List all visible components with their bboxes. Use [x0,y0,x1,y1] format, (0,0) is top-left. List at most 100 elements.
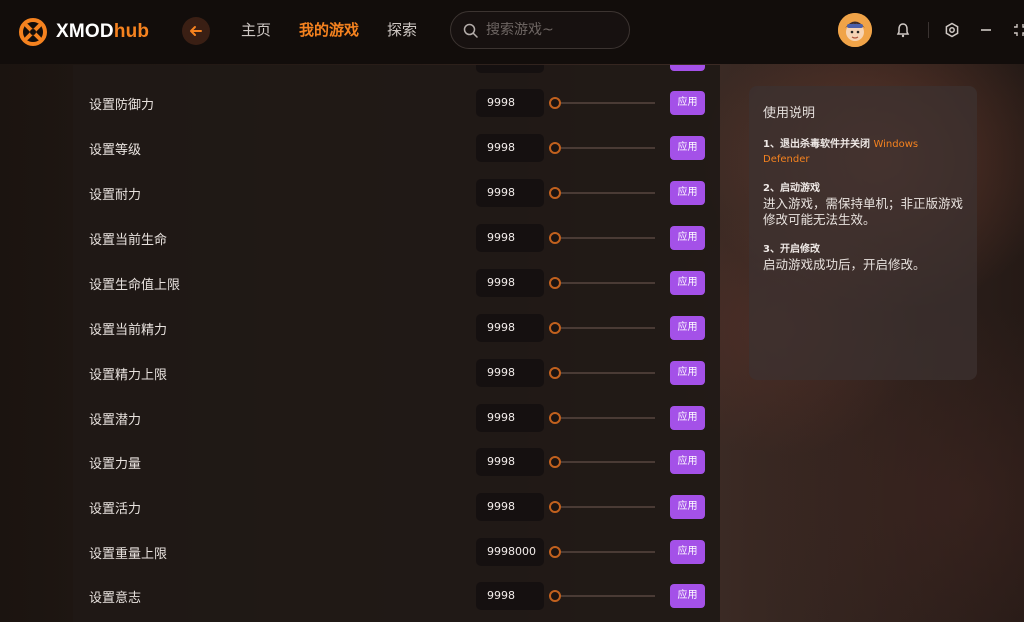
search-input[interactable] [486,22,616,38]
apply-button[interactable]: 应用 [670,226,705,250]
instruction-step: 1、退出杀毒软件并关闭 Windows Defender [763,137,963,167]
setting-label: 设置当前生命 [89,232,168,248]
slider-thumb[interactable] [549,142,561,154]
settings-gear-icon[interactable] [943,21,961,39]
slider-thumb[interactable] [549,590,561,602]
apply-button[interactable]: 应用 [670,181,705,205]
arrow-left-icon [190,26,202,36]
setting-row: 设置力量 应用 [73,440,720,484]
setting-value-input[interactable] [476,224,544,252]
apply-button[interactable]: 应用 [670,495,705,519]
slider-thumb[interactable] [549,97,561,109]
search-icon [463,23,478,38]
app-logo[interactable]: XMODhub [18,17,149,47]
value-slider[interactable] [549,412,655,424]
slider-thumb[interactable] [549,546,561,558]
setting-value-input[interactable] [476,359,544,387]
setting-label: 设置当前精力 [89,322,168,338]
notification-bell-icon[interactable] [894,21,912,39]
setting-value-input[interactable] [476,538,544,566]
setting-label: 设置等级 [89,142,142,158]
setting-label: 设置重量上限 [89,546,168,562]
partial-value-field[interactable] [476,65,544,73]
setting-value-input[interactable] [476,134,544,162]
setting-label: 设置防御力 [89,97,155,113]
step-body: 进入游戏，需保持单机；非正版游戏修改可能无法生效。 [763,196,964,227]
setting-value-input[interactable] [476,269,544,297]
setting-row: 设置当前生命 应用 [73,216,720,260]
apply-button[interactable]: 应用 [670,406,705,430]
nav-my-games[interactable]: 我的游戏 [299,19,359,40]
setting-row: 设置活力 应用 [73,485,720,529]
main-nav: 主页 我的游戏 探索 [241,19,445,40]
setting-value-input[interactable] [476,493,544,521]
setting-row: 设置当前精力 应用 [73,306,720,350]
setting-value-input[interactable] [476,448,544,476]
apply-button[interactable]: 应用 [670,584,705,608]
setting-value-input[interactable] [476,314,544,342]
value-slider[interactable] [549,590,655,602]
setting-row: 设置防御力 应用 [73,81,720,125]
shrink-window-icon[interactable] [1011,21,1024,39]
search-box[interactable] [450,11,630,49]
setting-row: 设置等级 应用 [73,126,720,170]
step-heading: 3、开启修改 [763,244,820,255]
setting-label: 设置生命值上限 [89,277,181,293]
value-slider[interactable] [549,97,655,109]
slider-thumb[interactable] [549,501,561,513]
slider-thumb[interactable] [549,456,561,468]
value-slider[interactable] [549,456,655,468]
logo-text: XMODhub [56,21,150,42]
instructions-title: 使用说明 [763,106,816,121]
minimize-icon[interactable] [977,21,995,39]
setting-value-input[interactable] [476,582,544,610]
slider-thumb[interactable] [549,232,561,244]
nav-home[interactable]: 主页 [241,19,271,40]
avatar-image [838,13,872,47]
setting-label: 设置意志 [89,590,142,606]
instruction-step: 2、启动游戏 进入游戏，需保持单机；非正版游戏修改可能无法生效。 [763,181,963,228]
apply-button[interactable]: 应用 [670,450,705,474]
top-bar: XMODhub 主页 我的游戏 探索 [0,0,1024,64]
nav-explore[interactable]: 探索 [387,19,417,40]
setting-row: 设置精力上限 应用 [73,351,720,395]
apply-button[interactable]: 应用 [670,91,705,115]
apply-button[interactable]: 应用 [670,271,705,295]
slider-thumb[interactable] [549,412,561,424]
slider-thumb[interactable] [549,367,561,379]
apply-button[interactable]: 应用 [670,361,705,385]
slider-thumb[interactable] [549,277,561,289]
setting-row: 设置重量上限 应用 [73,530,720,574]
setting-label: 设置精力上限 [89,367,168,383]
value-slider[interactable] [549,187,655,199]
setting-label: 设置力量 [89,456,142,472]
step-heading: 2、启动游戏 [763,183,820,194]
setting-row: 设置生命值上限 应用 [73,261,720,305]
setting-value-input[interactable] [476,89,544,117]
slider-thumb[interactable] [549,322,561,334]
apply-button[interactable]: 应用 [670,136,705,160]
setting-value-input[interactable] [476,179,544,207]
setting-row: 设置潜力 应用 [73,396,720,440]
instructions-card: 使用说明 1、退出杀毒软件并关闭 Windows Defender 2、启动游戏… [749,86,977,380]
xmod-logo-icon [19,18,47,46]
value-slider[interactable] [549,232,655,244]
partial-apply-button[interactable] [670,65,705,71]
setting-row: 设置意志 应用 [73,574,720,618]
value-slider[interactable] [549,367,655,379]
slider-thumb[interactable] [549,187,561,199]
value-slider[interactable] [549,546,655,558]
value-slider[interactable] [549,322,655,334]
back-button[interactable] [182,17,210,45]
value-slider[interactable] [549,277,655,289]
setting-row: 设置耐力 应用 [73,171,720,215]
setting-label: 设置潜力 [89,412,142,428]
setting-value-input[interactable] [476,404,544,432]
value-slider[interactable] [549,142,655,154]
setting-label: 设置活力 [89,501,142,517]
apply-button[interactable]: 应用 [670,540,705,564]
cheat-settings-panel: 设置防御力 应用 设置等级 应用 设置耐力 应用 设置当前生命 应用 设置生命值… [73,65,720,622]
value-slider[interactable] [549,501,655,513]
apply-button[interactable]: 应用 [670,316,705,340]
user-avatar[interactable] [838,13,872,47]
